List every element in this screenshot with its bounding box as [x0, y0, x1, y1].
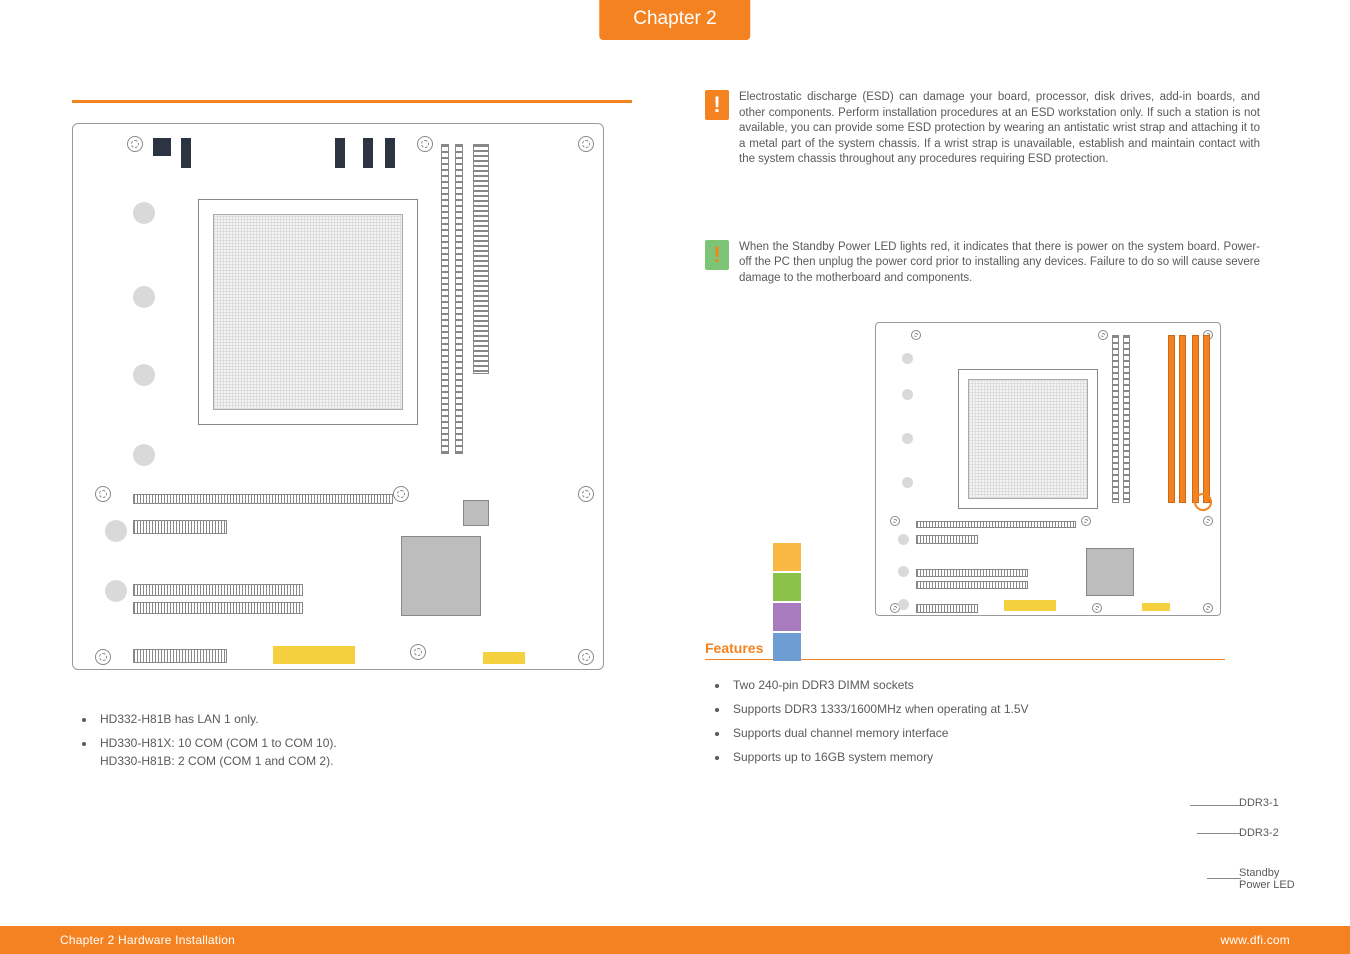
footer-right: www.dfi.com	[1220, 933, 1290, 947]
list-item: HD330-H81X: 10 COM (COM 1 to COM 10). HD…	[96, 734, 667, 770]
callout-ddr3-2: DDR3-2	[1239, 827, 1279, 839]
swatch	[773, 633, 801, 661]
esd-warning: Electrostatic discharge (ESD) can damage…	[705, 90, 1300, 168]
content: HD332-H81B has LAN 1 only. HD330-H81X: 1…	[0, 70, 1350, 914]
features-list: Two 240-pin DDR3 DIMM sockets Supports D…	[729, 676, 1300, 766]
section-rule	[72, 100, 632, 103]
list-item: HD332-H81B has LAN 1 only.	[96, 710, 667, 728]
left-notes-list: HD332-H81B has LAN 1 only. HD330-H81X: 1…	[96, 710, 667, 770]
callout-standby-led: Standby Power LED	[1239, 867, 1295, 891]
motherboard-diagram-small	[875, 322, 1221, 616]
motherboard-diagram-large	[72, 123, 604, 670]
warning-icon	[705, 90, 729, 120]
chapter-tab: Chapter 2	[599, 0, 750, 40]
warning-icon	[705, 240, 729, 270]
ddr3-slot	[1179, 335, 1186, 503]
esd-warning-text: Electrostatic discharge (ESD) can damage…	[739, 90, 1260, 168]
footer-left: Chapter 2 Hardware Installation	[60, 933, 235, 947]
ddr3-slot	[1192, 335, 1199, 503]
motherboard-diagram-small-wrap: DDR3-1 DDR3-2 Standby Power LED	[705, 322, 1300, 616]
cpu-socket	[198, 199, 418, 425]
standby-warning: When the Standby Power LED lights red, i…	[705, 240, 1300, 287]
right-column: Electrostatic discharge (ESD) can damage…	[691, 70, 1350, 914]
list-item: Supports up to 16GB system memory	[729, 748, 1300, 766]
standby-warning-text: When the Standby Power LED lights red, i…	[739, 240, 1260, 287]
list-item: Supports dual channel memory interface	[729, 724, 1300, 742]
ddr3-slot	[1168, 335, 1175, 503]
chipset	[401, 536, 481, 616]
left-column: HD332-H81B has LAN 1 only. HD330-H81X: 1…	[0, 70, 691, 914]
ddr3-slot	[1203, 335, 1210, 503]
page-footer: Chapter 2 Hardware Installation www.dfi.…	[0, 926, 1350, 954]
page: Chapter 2 HD	[0, 0, 1350, 954]
callout-ddr3-1: DDR3-1	[1239, 797, 1279, 809]
list-item: Supports DDR3 1333/1600MHz when operatin…	[729, 700, 1300, 718]
list-item: Two 240-pin DDR3 DIMM sockets	[729, 676, 1300, 694]
standby-led-marker	[1194, 493, 1212, 511]
